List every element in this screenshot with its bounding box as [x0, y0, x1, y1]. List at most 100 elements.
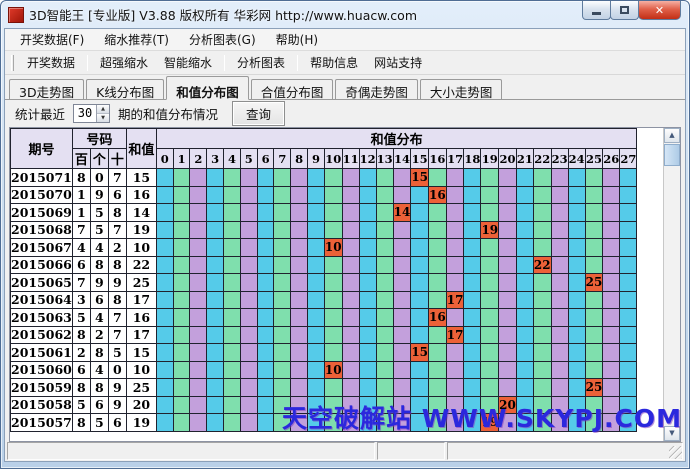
query-button[interactable]: 查询	[232, 101, 285, 126]
dist-cell	[359, 169, 376, 187]
menu-item[interactable]: 分析图表(G)	[182, 29, 263, 50]
resize-grip-icon[interactable]	[669, 446, 682, 459]
period-count-stepper[interactable]: 30 ▲ ▼	[73, 104, 110, 123]
col-header-1: 1	[173, 149, 190, 169]
menu-item[interactable]: 帮助(H)	[269, 29, 325, 50]
dist-cell	[446, 186, 464, 204]
dist-cell	[411, 326, 429, 344]
tab-大小走势图[interactable]: 大小走势图	[420, 79, 503, 99]
dist-cell	[481, 379, 499, 397]
dist-cell	[224, 221, 241, 239]
col-header-27: 27	[620, 149, 637, 169]
period-count-value[interactable]: 30	[74, 105, 96, 122]
status-panel	[7, 442, 375, 460]
dist-cell	[411, 239, 429, 257]
dist-cell	[359, 186, 376, 204]
toolbar-button[interactable]: 分析图表	[229, 52, 293, 73]
tab-合值分布图[interactable]: 合值分布图	[251, 79, 334, 99]
scroll-up-icon[interactable]: ▲	[664, 128, 680, 143]
dist-cell	[446, 169, 464, 187]
dist-cell	[568, 256, 585, 274]
query-controls: 统计最近 30 ▲ ▼ 期的和值分布情况 查询	[5, 100, 685, 127]
toolbar-button[interactable]: 帮助信息	[302, 52, 366, 73]
scrollbar-thumb[interactable]	[664, 144, 680, 166]
col-header-5: 5	[240, 149, 257, 169]
dist-cell	[411, 221, 429, 239]
dist-cell	[224, 274, 241, 292]
dist-cell	[207, 326, 224, 344]
dist-cell	[324, 221, 342, 239]
dist-cell	[207, 204, 224, 222]
sum-hit-cell: 15	[411, 344, 429, 362]
dist-cell	[516, 344, 533, 362]
tab-奇偶走势图[interactable]: 奇偶走势图	[335, 79, 418, 99]
dist-cell	[516, 204, 533, 222]
status-panel	[447, 442, 683, 460]
stepper-buttons: ▲ ▼	[96, 105, 109, 122]
dist-cell	[585, 239, 603, 257]
vertical-scrollbar[interactable]: ▲ ▼	[663, 128, 680, 441]
dist-cell	[240, 379, 257, 397]
dist-cell	[499, 221, 517, 239]
dist-cell	[499, 169, 517, 187]
dist-cell	[224, 256, 241, 274]
dist-cell	[464, 309, 481, 327]
minimize-button[interactable]	[582, 1, 611, 20]
dist-cell	[190, 326, 207, 344]
dist-cell	[603, 274, 620, 292]
period-cell: 2015064	[11, 291, 73, 309]
toolbar-button[interactable]: 开奖数据	[19, 52, 83, 73]
digit-ge-cell: 0	[90, 169, 108, 187]
dist-cell	[516, 186, 533, 204]
dist-cell	[516, 256, 533, 274]
col-header-12: 12	[359, 149, 376, 169]
dist-cell	[359, 256, 376, 274]
col-header-23: 23	[551, 149, 568, 169]
toolbar-button[interactable]: 智能缩水	[156, 52, 220, 73]
dist-cell	[173, 379, 190, 397]
digit-ge-cell: 2	[90, 326, 108, 344]
stepper-up-icon[interactable]: ▲	[97, 105, 109, 114]
dist-cell	[446, 239, 464, 257]
dist-cell	[342, 291, 359, 309]
stepper-down-icon[interactable]: ▼	[97, 114, 109, 122]
dist-cell	[224, 186, 241, 204]
period-cell: 2015070	[11, 186, 73, 204]
sum-cell: 16	[126, 186, 156, 204]
dist-cell	[429, 169, 447, 187]
dist-cell	[585, 186, 603, 204]
toolbar-button[interactable]: 超强缩水	[92, 52, 156, 73]
tab-K线分布图[interactable]: K线分布图	[86, 79, 164, 99]
dist-cell	[257, 274, 274, 292]
dist-cell	[376, 274, 393, 292]
dist-cell	[603, 361, 620, 379]
dist-cell	[274, 361, 291, 379]
tab-3D走势图[interactable]: 3D走势图	[9, 79, 84, 99]
digit-shi-cell: 0	[108, 361, 126, 379]
maximize-button[interactable]	[610, 1, 639, 20]
dist-cell	[291, 169, 308, 187]
menu-item[interactable]: 开奖数据(F)	[13, 29, 91, 50]
dist-cell	[603, 169, 620, 187]
col-header-22: 22	[533, 149, 551, 169]
close-button[interactable]: ✕	[638, 1, 681, 20]
toolbar-button[interactable]: 网站支持	[366, 52, 430, 73]
dist-cell	[240, 326, 257, 344]
dist-cell	[429, 379, 447, 397]
digit-bai-cell: 8	[72, 379, 90, 397]
menu-item[interactable]: 缩水推荐(T)	[97, 29, 176, 50]
dist-cell	[308, 326, 325, 344]
tab-和值分布图[interactable]: 和值分布图	[166, 76, 249, 100]
sum-hit-cell: 22	[533, 256, 551, 274]
dist-cell	[481, 361, 499, 379]
period-cell: 2015062	[11, 326, 73, 344]
dist-cell	[481, 204, 499, 222]
tab-bar: 3D走势图K线分布图和值分布图合值分布图奇偶走势图大小走势图	[5, 75, 685, 100]
dist-cell	[291, 309, 308, 327]
col-header-19: 19	[481, 149, 499, 169]
dist-cell	[464, 256, 481, 274]
dist-cell	[464, 186, 481, 204]
dist-cell	[342, 274, 359, 292]
dist-cell	[173, 274, 190, 292]
dist-cell	[190, 256, 207, 274]
